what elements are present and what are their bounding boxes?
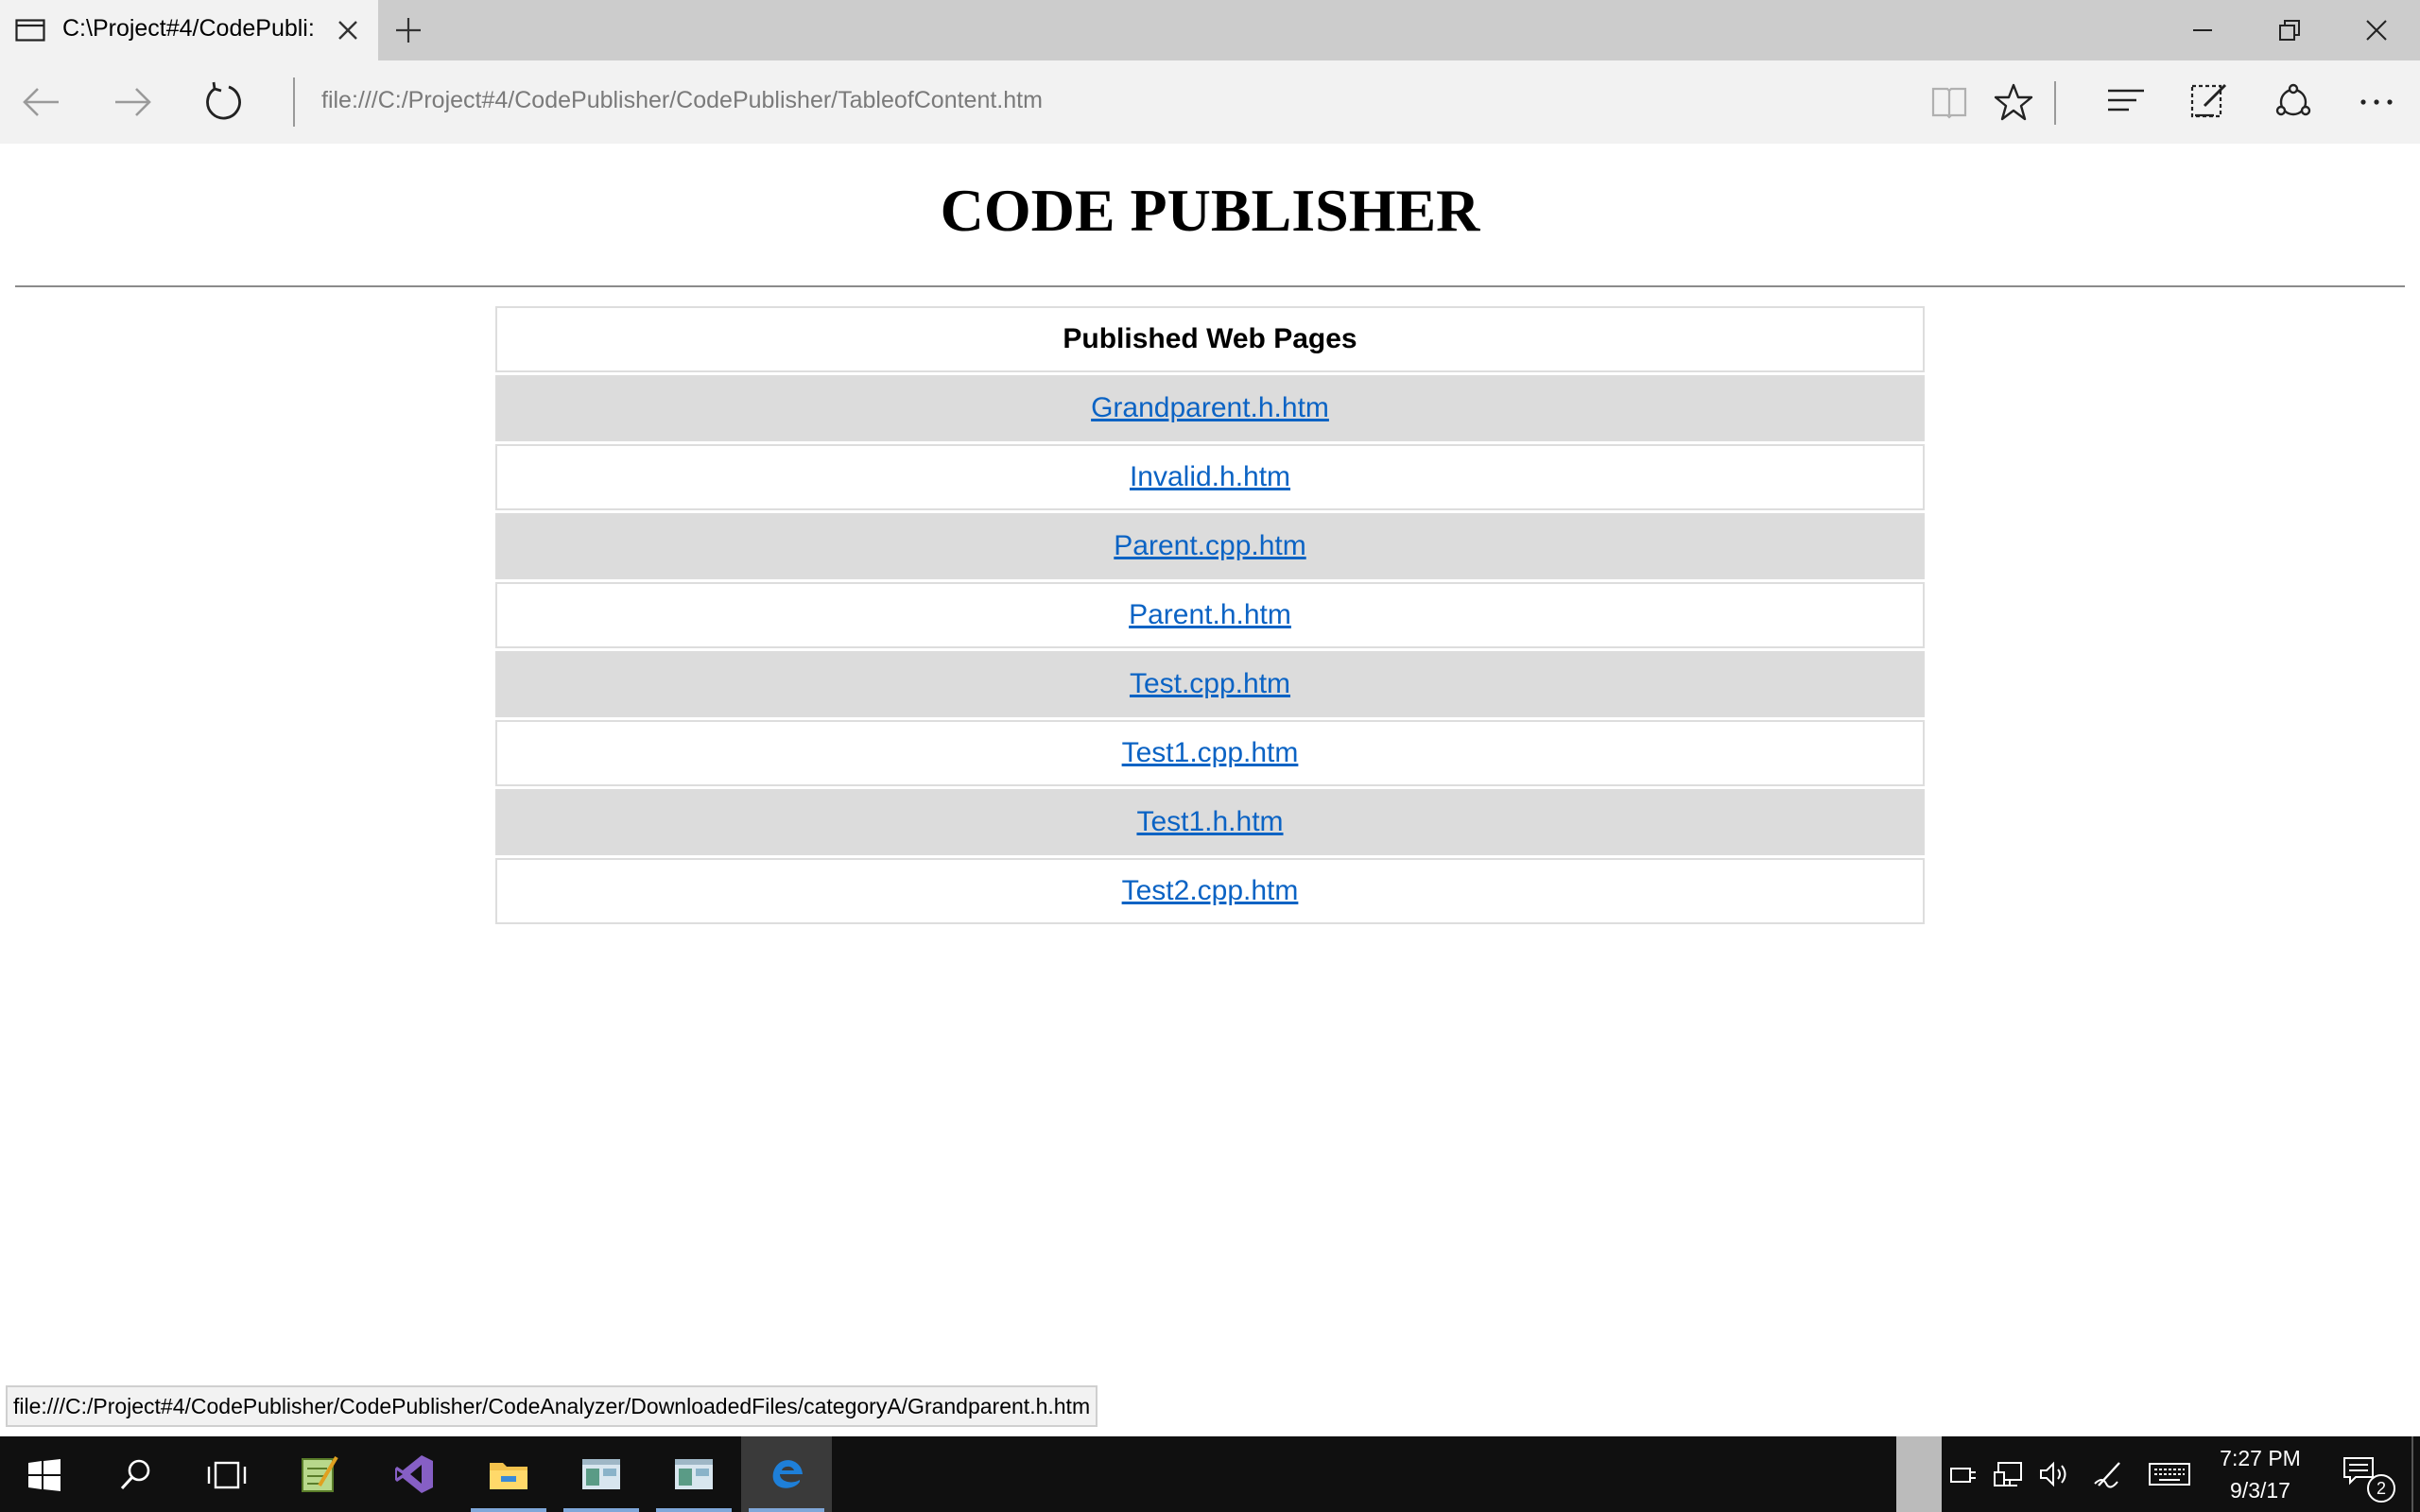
folder-icon bbox=[490, 1463, 527, 1489]
back-icon[interactable] bbox=[19, 79, 64, 125]
taskbar-app-notepad[interactable] bbox=[274, 1436, 365, 1512]
taskbar-app-edge[interactable] bbox=[741, 1436, 832, 1512]
start-button[interactable] bbox=[0, 1436, 91, 1512]
app-window-icon bbox=[582, 1459, 620, 1489]
pen-ink-icon[interactable] bbox=[2093, 1459, 2125, 1489]
close-tab-icon[interactable] bbox=[335, 17, 361, 43]
edge-icon bbox=[772, 1460, 803, 1488]
task-view-button[interactable] bbox=[182, 1436, 272, 1512]
address-field[interactable]: file:///C:/Project#4/CodePublisher/CodeP… bbox=[321, 87, 1043, 114]
page-icon bbox=[15, 19, 45, 42]
notepad-plus-icon bbox=[302, 1455, 338, 1492]
address-separator bbox=[293, 77, 295, 127]
running-indicator bbox=[749, 1508, 824, 1512]
taskbar-app-window-1[interactable] bbox=[556, 1436, 647, 1512]
windows-logo-icon bbox=[28, 1459, 60, 1491]
taskbar-app-window-2[interactable] bbox=[648, 1436, 739, 1512]
clock-time[interactable]: 7:27 PM bbox=[2208, 1446, 2312, 1471]
touch-keyboard-icon[interactable] bbox=[2148, 1459, 2191, 1489]
power-icon[interactable] bbox=[1947, 1459, 1979, 1489]
link-test-cpp[interactable]: Test.cpp.htm bbox=[1130, 668, 1290, 699]
show-desktop-button[interactable] bbox=[2411, 1436, 2413, 1512]
tab-strip: C:\Project#4/CodePubli: bbox=[0, 0, 2420, 60]
web-note-icon[interactable] bbox=[2189, 81, 2229, 121]
minimize-button[interactable] bbox=[2159, 0, 2246, 60]
close-window-button[interactable] bbox=[2333, 0, 2420, 60]
minimize-icon bbox=[2193, 29, 2212, 31]
table-row: Parent.cpp.htm bbox=[495, 513, 1925, 579]
restore-icon bbox=[2279, 20, 2300, 41]
task-view-icon bbox=[207, 1461, 247, 1489]
more-options-icon[interactable] bbox=[2358, 89, 2395, 115]
share-icon[interactable] bbox=[2273, 81, 2314, 123]
table-row: Parent.h.htm bbox=[495, 582, 1925, 648]
table-header: Published Web Pages bbox=[1063, 323, 1357, 354]
taskbar-app-file-explorer[interactable] bbox=[463, 1436, 554, 1512]
browser-tab[interactable]: C:\Project#4/CodePubli: bbox=[0, 0, 378, 60]
app-window-icon bbox=[675, 1459, 713, 1489]
new-tab-icon[interactable] bbox=[393, 15, 424, 45]
link-parent-cpp[interactable]: Parent.cpp.htm bbox=[1114, 530, 1305, 561]
table-row: Test2.cpp.htm bbox=[495, 858, 1925, 924]
table-row: Test1.cpp.htm bbox=[495, 720, 1925, 786]
link-test1-h[interactable]: Test1.h.htm bbox=[1136, 806, 1283, 837]
tab-title: C:\Project#4/CodePubli: bbox=[62, 15, 315, 42]
taskbar-app-visual-studio[interactable] bbox=[369, 1436, 459, 1512]
show-hidden-icons[interactable] bbox=[1896, 1436, 1942, 1512]
running-indicator bbox=[471, 1508, 546, 1512]
link-parent-h[interactable]: Parent.h.htm bbox=[1129, 599, 1291, 630]
link-test1-cpp[interactable]: Test1.cpp.htm bbox=[1122, 737, 1299, 768]
link-grandparent-h[interactable]: Grandparent.h.htm bbox=[1091, 392, 1329, 423]
horizontal-rule bbox=[15, 285, 2405, 287]
navigation-bar: file:///C:/Project#4/CodePublisher/CodeP… bbox=[0, 60, 2420, 144]
reading-view-icon[interactable] bbox=[1930, 83, 1968, 121]
search-button[interactable] bbox=[91, 1436, 182, 1512]
notification-count-badge: 2 bbox=[2367, 1474, 2395, 1503]
toolbar-separator bbox=[2054, 81, 2056, 125]
table-row: Test1.h.htm bbox=[495, 789, 1925, 855]
refresh-icon[interactable] bbox=[200, 79, 246, 125]
forward-icon[interactable] bbox=[110, 79, 155, 125]
close-icon bbox=[2366, 20, 2387, 41]
running-indicator bbox=[563, 1508, 639, 1512]
page-title: CODE PUBLISHER bbox=[940, 177, 1480, 244]
taskbar: 7:27 PM 9/3/17 2 bbox=[0, 1436, 2420, 1512]
table-header-row: Published Web Pages bbox=[495, 306, 1925, 372]
table-row: Test.cpp.htm bbox=[495, 651, 1925, 717]
visual-studio-icon bbox=[395, 1455, 433, 1493]
volume-icon[interactable] bbox=[2038, 1459, 2070, 1489]
link-test2-cpp[interactable]: Test2.cpp.htm bbox=[1122, 875, 1299, 906]
table-row: Grandparent.h.htm bbox=[495, 375, 1925, 441]
hub-icon[interactable] bbox=[2106, 85, 2146, 119]
network-icon[interactable] bbox=[1993, 1459, 2025, 1489]
restore-button[interactable] bbox=[2246, 0, 2333, 60]
clock-date[interactable]: 9/3/17 bbox=[2208, 1478, 2312, 1503]
search-icon bbox=[120, 1459, 150, 1490]
running-indicator bbox=[656, 1508, 732, 1512]
favorite-star-icon[interactable] bbox=[1993, 81, 2034, 123]
table-row: Invalid.h.htm bbox=[495, 444, 1925, 510]
status-url-tooltip: file:///C:/Project#4/CodePublisher/CodeP… bbox=[6, 1385, 1098, 1427]
link-invalid-h[interactable]: Invalid.h.htm bbox=[1130, 461, 1290, 492]
